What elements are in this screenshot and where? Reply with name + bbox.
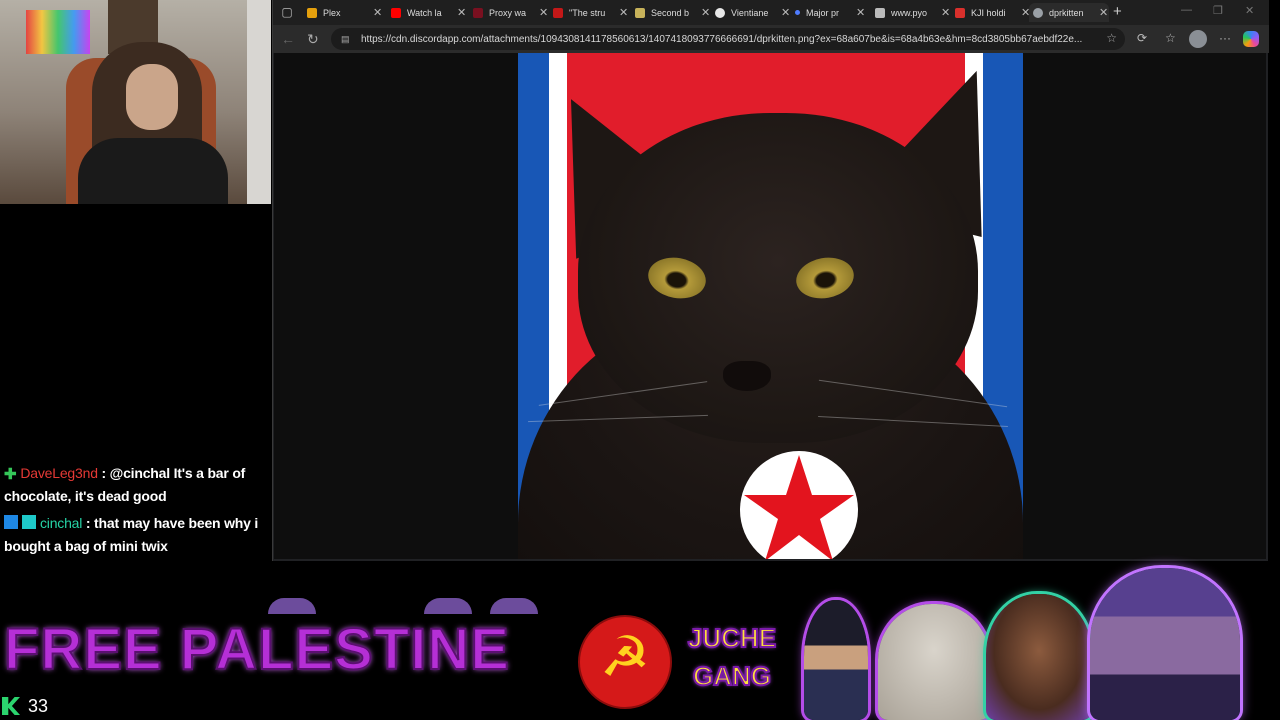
youtube-favicon-icon	[391, 7, 401, 18]
juche-gang-line1: JUCHE	[687, 622, 777, 654]
more-options-icon[interactable]: ···	[1219, 31, 1231, 45]
close-tab-icon[interactable]: ✕	[701, 6, 710, 19]
site-favicon-icon	[715, 7, 725, 18]
hammer-brush-icon: ☭	[599, 625, 651, 690]
maximize-icon[interactable]: ❐	[1213, 4, 1223, 17]
tab-label: dprkitten	[1049, 7, 1084, 18]
chat-message: ✚ DaveLeg3nd : @cinchal It's a bar of cho…	[0, 462, 270, 508]
banner-free-palestine: FREE PALESTINE	[3, 616, 510, 683]
viewer-count: 33	[28, 695, 49, 716]
close-tab-icon[interactable]: ✕	[539, 6, 548, 19]
tab[interactable]: "The stru ✕	[549, 3, 629, 22]
site-favicon-icon	[635, 7, 645, 18]
cat-cutout	[878, 604, 990, 720]
prime-badge-icon	[4, 515, 18, 529]
streamer-body	[78, 138, 228, 204]
chat-username: DaveLeg3nd	[20, 465, 98, 481]
streamer-face	[126, 64, 178, 130]
subscriber-badge-icon	[22, 515, 36, 529]
tab[interactable]: Proxy wa ✕	[469, 3, 549, 22]
portrait-cutout	[804, 600, 868, 720]
red-star-badge	[740, 451, 858, 559]
tab-label: KJI holdi	[971, 7, 1006, 18]
tab-label: Major pr	[806, 7, 840, 18]
tab[interactable]: KJI holdi ✕	[951, 3, 1031, 22]
plus-badge-icon: ✚	[4, 466, 17, 483]
tab-actions-icon[interactable]: ▢	[279, 4, 295, 20]
red-star-icon	[744, 455, 854, 559]
portrait-cutout	[1090, 568, 1240, 720]
emblem-logo: ☭	[578, 615, 672, 709]
decor-head	[268, 598, 316, 614]
url-text[interactable]: https://cdn.discordapp.com/attachments/1…	[361, 34, 1121, 45]
chat-message: cinchal : that may have been why i bough…	[0, 512, 270, 558]
address-toolbar: ← ↻ ▤ https://cdn.discordapp.com/attachm…	[273, 25, 1269, 53]
back-arrow-icon[interactable]: ←	[281, 31, 295, 47]
stream-overlay: ✚ DaveLeg3nd : @cinchal It's a bar of cho…	[0, 0, 1280, 720]
tab-label: Second b	[651, 7, 690, 18]
plex-favicon-icon	[307, 7, 317, 18]
browser-window: ▢ Plex ✕ Watch la ✕ Proxy wa ✕ "The stru…	[272, 0, 1269, 561]
extensions-icon[interactable]: ⟳	[1137, 31, 1147, 45]
address-bar[interactable]: ▤ https://cdn.discordapp.com/attachments…	[331, 28, 1125, 50]
tab-active[interactable]: dprkitten ✕	[1029, 3, 1109, 22]
refresh-icon[interactable]: ↻	[307, 31, 319, 48]
site-favicon-icon	[875, 7, 885, 18]
close-tab-icon[interactable]: ✕	[781, 6, 790, 19]
tab-bar: ▢ Plex ✕ Watch la ✕ Proxy wa ✕ "The stru…	[273, 0, 1269, 25]
profile-avatar[interactable]	[1189, 30, 1207, 48]
dprkitten-image[interactable]	[518, 53, 1023, 559]
tab-label: Proxy wa	[489, 7, 527, 18]
tab[interactable]: www.pyo ✕	[871, 3, 951, 22]
chat-username: cinchal	[40, 515, 83, 531]
tab-label: www.pyo	[891, 7, 928, 18]
close-tab-icon[interactable]: ✕	[457, 6, 466, 19]
tab-label: Watch la	[407, 7, 442, 18]
close-tab-icon[interactable]: ✕	[373, 6, 382, 19]
tab-label: Plex	[323, 7, 341, 18]
close-tab-icon[interactable]: ✕	[856, 6, 865, 19]
decor-head	[424, 598, 472, 614]
site-favicon-icon	[795, 10, 800, 15]
juche-gang-line2: GANG	[692, 660, 772, 692]
tab-label: Vientiane	[731, 7, 769, 18]
tab[interactable]: Plex ✕	[303, 3, 383, 22]
tab[interactable]: Second b ✕	[631, 3, 711, 22]
kick-logo-icon	[2, 697, 20, 715]
site-favicon-icon	[553, 7, 563, 18]
tab[interactable]: Watch la ✕	[387, 3, 467, 22]
site-info-icon[interactable]: ▤	[341, 34, 351, 44]
tab[interactable]: Major pr ✕	[791, 3, 871, 22]
favorites-icon[interactable]: ☆	[1165, 31, 1176, 45]
favorite-star-icon[interactable]: ☆	[1106, 31, 1117, 45]
globe-icon	[1033, 7, 1043, 18]
tab[interactable]: Vientiane ✕	[711, 3, 791, 22]
close-tab-icon[interactable]: ✕	[941, 6, 950, 19]
portrait-cutout	[986, 594, 1092, 720]
minimize-icon[interactable]: —	[1181, 4, 1192, 16]
viewer-count-widget: 33	[2, 694, 48, 718]
juche-gang-logo: JUCHE GANG	[684, 619, 780, 705]
copilot-icon[interactable]	[1243, 31, 1259, 47]
close-window-icon[interactable]: ✕	[1245, 4, 1254, 17]
cat-nose	[723, 361, 771, 391]
tab-label: "The stru	[569, 7, 606, 18]
site-favicon-icon	[955, 7, 965, 18]
new-tab-plus-icon[interactable]: +	[1113, 3, 1122, 20]
chat-panel: ✚ DaveLeg3nd : @cinchal It's a bar of cho…	[0, 462, 270, 562]
decor-head	[490, 598, 538, 614]
door	[247, 0, 271, 204]
site-favicon-icon	[473, 7, 483, 18]
close-tab-icon[interactable]: ✕	[1099, 6, 1108, 19]
close-tab-icon[interactable]: ✕	[619, 6, 628, 19]
wall-art	[26, 10, 90, 54]
webcam-feed	[0, 0, 271, 204]
page-viewport	[274, 53, 1266, 559]
